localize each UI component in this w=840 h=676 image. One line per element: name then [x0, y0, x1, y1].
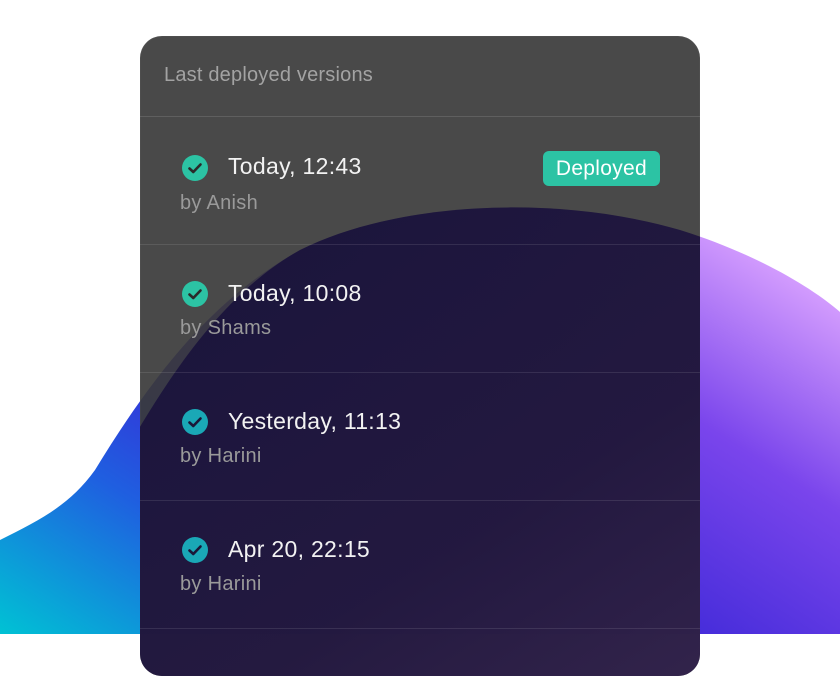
deployments-panel: Last deployed versions Today, 12:43 by A…: [140, 36, 700, 676]
deployment-time: Today, 12:43: [228, 153, 362, 179]
deployed-badge: Deployed: [542, 151, 660, 186]
deployment-time: Today, 10:08: [228, 280, 362, 306]
panel-title: Last deployed versions: [164, 64, 373, 86]
deployment-time: Apr 20, 22:15: [228, 536, 371, 562]
deployment-author: by Anish: [180, 192, 259, 214]
deployment-row[interactable]: Today, 10:08 by Shams: [140, 245, 700, 373]
deployment-row[interactable]: Yesterday, 11:13 by Harini: [140, 373, 700, 501]
panel-header: Last deployed versions: [140, 36, 700, 117]
check-circle-icon: [182, 155, 208, 181]
deployment-row[interactable]: Today, 12:43 by Anish Deployed: [140, 117, 700, 245]
check-circle-icon: [182, 537, 208, 563]
deployment-time: Yesterday, 11:13: [228, 408, 402, 434]
deployment-author: by Harini: [180, 445, 262, 467]
check-circle-icon: [182, 409, 208, 435]
deployment-row[interactable]: Apr 20, 22:15 by Harini: [140, 501, 700, 629]
deployment-author: by Shams: [180, 317, 272, 339]
deployment-author: by Harini: [180, 573, 262, 595]
check-circle-icon: [182, 281, 208, 307]
